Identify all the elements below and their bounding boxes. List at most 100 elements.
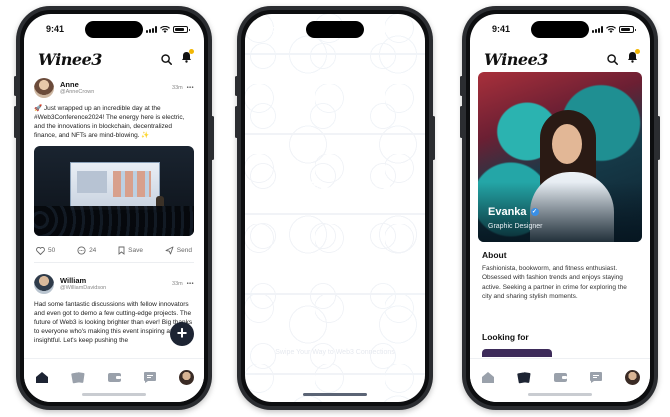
save-label: Save [128,247,143,255]
status-time: 9:41 [492,24,511,34]
app-logo: Winee3 [38,49,102,69]
chat-icon [590,371,602,383]
app-logo: Winee3 [484,49,548,69]
phone-feed: 9:41 Winee3 Anne @AnneCrown 33m ••• 🚀 Ju… [14,6,214,410]
post-handle: @AnneCrown [60,89,95,96]
save-button[interactable]: Save [118,246,143,256]
side-button [235,76,238,96]
more-options-icon[interactable]: ••• [187,85,194,91]
heart-icon [36,246,45,255]
side-button [14,106,17,138]
home-icon [36,371,48,383]
post-handle: @WilliamDavidson [60,285,107,292]
side-button [235,106,238,138]
looking-for-title: Looking for [482,332,529,342]
side-button [14,76,17,96]
more-options-icon[interactable]: ••• [187,281,194,287]
tab-profile[interactable] [178,369,194,385]
looking-for-section: Looking for [482,332,638,357]
divider [34,262,194,264]
phone-profile: 9:41 Winee3 Evanka ✓ Graphic Designer Ab… [460,6,660,410]
tab-wallet[interactable] [552,369,568,385]
profile-screen: 9:41 Winee3 Evanka ✓ Graphic Designer Ab… [470,14,650,402]
tab-home[interactable] [480,369,496,385]
dynamic-island [85,21,143,38]
send-label: Send [176,247,192,255]
comment-icon [77,246,86,255]
side-button [657,116,660,160]
home-indicator [528,393,592,396]
create-post-button[interactable]: + [170,322,194,346]
status-time: 9:41 [46,24,65,34]
plus-icon: + [176,323,188,343]
about-title: About [482,250,507,260]
cards-icon [70,371,84,383]
interest-chip[interactable] [482,349,552,357]
wifi-icon [160,25,170,33]
tab-cards[interactable] [516,369,532,385]
wifi-icon [381,25,391,33]
splash-screen: 9:41 Winee3 Swipe Your Way to Web3 Conne… [245,14,425,402]
avatar[interactable] [34,274,54,294]
side-button [211,116,214,160]
tab-cards[interactable] [70,369,86,385]
post-text: 🚀 Just wrapped up an incredible day at t… [34,105,185,140]
mockup-stage: 9:41 Winee3 Anne @AnneCrown 33m ••• 🚀 Ju… [0,0,670,417]
wallet-icon [107,373,121,382]
profile-avatar [178,369,194,385]
bookmark-icon [118,246,125,256]
battery-icon [619,25,636,33]
comment-count: 24 [89,247,97,255]
tab-wallet[interactable] [106,369,122,385]
profile-name: Evanka [488,206,527,218]
home-indicator [82,393,146,396]
dynamic-island [531,21,589,38]
tab-home[interactable] [34,369,50,385]
cards-icon [516,371,530,383]
about-section: About Fashionista, bookworm, and fitness… [482,250,638,302]
profile-avatar [624,369,640,385]
comment-button[interactable]: 24 [77,246,96,255]
send-icon [165,246,174,255]
like-count: 50 [48,247,56,255]
signal-icon [367,25,378,33]
verified-icon: ✓ [530,208,539,216]
side-button [432,116,435,160]
profile-photo[interactable]: Evanka ✓ Graphic Designer [478,72,642,242]
feed-screen: 9:41 Winee3 Anne @AnneCrown 33m ••• 🚀 Ju… [24,14,204,402]
side-button [460,106,463,138]
notifications-button[interactable] [627,49,640,68]
dynamic-island [306,21,364,38]
status-time: 9:41 [267,24,286,34]
notification-dot [635,49,640,54]
home-indicator [303,393,367,396]
post-time: 33m [172,281,183,287]
avatar[interactable] [34,78,54,98]
home-icon [482,371,494,383]
notification-dot [189,49,194,54]
post-author[interactable]: William [60,276,166,285]
send-button[interactable]: Send [165,246,192,255]
side-button [460,76,463,96]
search-icon[interactable] [607,53,618,65]
wallet-icon [553,373,567,382]
battery-icon [394,25,411,33]
search-icon[interactable] [161,53,172,65]
notifications-button[interactable] [181,49,194,68]
splash-logo: Winee3 [279,176,391,209]
tab-chat[interactable] [142,369,158,385]
app-header: Winee3 [470,46,650,72]
signal-icon [592,25,603,33]
splash-tagline: Swipe Your Way to Web3 Connections [275,349,395,356]
profile-role: Graphic Designer [488,223,543,230]
tab-chat[interactable] [588,369,604,385]
battery-icon [173,25,190,33]
wifi-icon [606,25,616,33]
about-text: Fashionista, bookworm, and fitness enthu… [482,265,627,301]
like-button[interactable]: 50 [36,246,56,255]
post-card[interactable]: Anne @AnneCrown 33m ••• 🚀 Just wrapped up… [34,76,194,264]
post-author[interactable]: Anne [60,80,166,89]
tab-profile[interactable] [624,369,640,385]
post-image[interactable] [34,146,194,237]
chat-icon [144,371,156,383]
